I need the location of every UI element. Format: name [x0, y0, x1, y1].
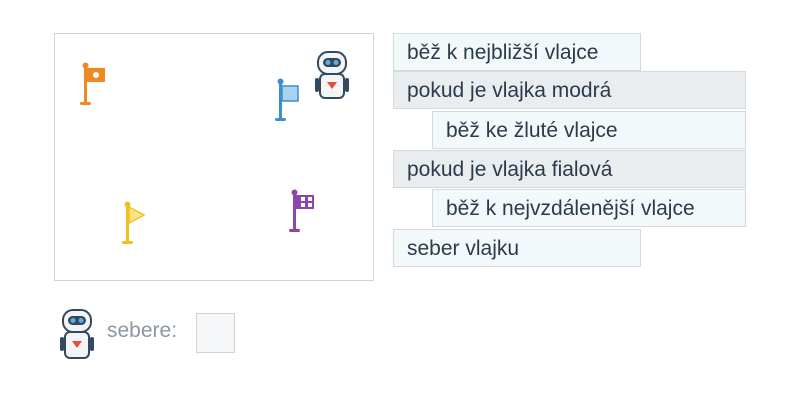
command-block-pick-flag[interactable]: seber vlajku — [393, 229, 641, 267]
game-board — [54, 33, 374, 281]
command-block-go-farthest[interactable]: běž k nejvzdálenější vlajce — [432, 189, 746, 227]
condition-block-if-blue[interactable]: pokud je vlajka modrá — [393, 71, 746, 109]
command-block-go-nearest[interactable]: běž k nejbližší vlajce — [393, 33, 641, 71]
command-block-go-yellow[interactable]: běž ke žluté vlajce — [432, 111, 746, 149]
collected-flag-slot — [196, 313, 235, 353]
purple-flag-icon[interactable] — [289, 189, 317, 235]
orange-flag-icon[interactable] — [80, 62, 108, 108]
yellow-flag-icon[interactable] — [122, 201, 150, 247]
blue-flag-icon[interactable] — [275, 78, 303, 124]
condition-block-if-purple[interactable]: pokud je vlajka fialová — [393, 150, 746, 188]
collect-label: sebere: — [107, 319, 178, 342]
robot-icon — [60, 309, 94, 359]
robot-icon — [315, 51, 349, 99]
